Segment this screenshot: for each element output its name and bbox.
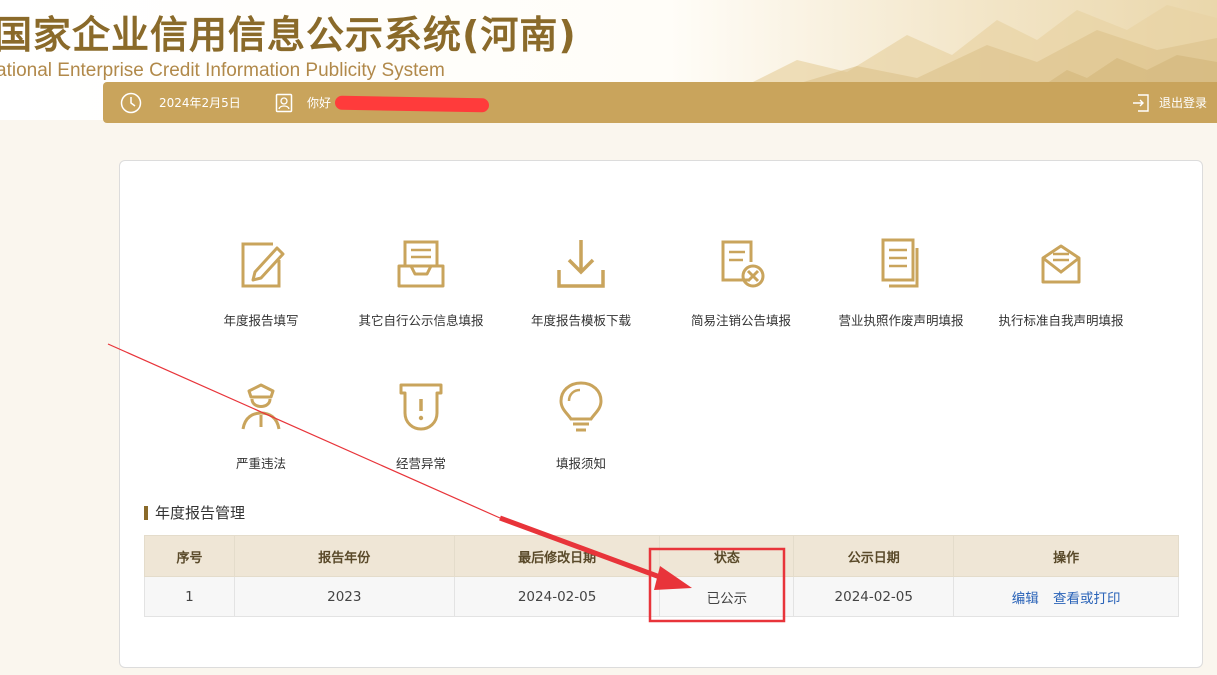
cell-actions: 编辑 查看或打印 bbox=[953, 576, 1179, 617]
mountain-landscape-image bbox=[737, 5, 1217, 90]
envelope-icon bbox=[1041, 244, 1081, 284]
tile-label: 执行标准自我声明填报 bbox=[998, 313, 1124, 328]
cell-index: 1 bbox=[144, 576, 235, 617]
site-header: 国家企业信用信息公示系统(河南) ational Enterprise Cred… bbox=[0, 0, 1217, 123]
tile-label: 填报须知 bbox=[555, 456, 606, 471]
user-card-icon bbox=[275, 93, 293, 112]
tile-license-void[interactable]: 营业执照作废声明填报 bbox=[826, 236, 976, 329]
site-subtitle: ational Enterprise Credit Information Pu… bbox=[0, 60, 445, 81]
column-header-index: 序号 bbox=[144, 535, 235, 577]
logout-button[interactable]: 退出登录 bbox=[1132, 82, 1207, 123]
tile-simple-deregistration[interactable]: 简易注销公告填报 bbox=[666, 236, 816, 329]
section-title: 年度报告管理 bbox=[144, 502, 245, 523]
user-greeting: 你好 bbox=[275, 82, 331, 123]
cell-year: 2023 bbox=[233, 576, 455, 617]
date-display: 2024年2月5日 bbox=[120, 82, 241, 123]
current-date: 2024年2月5日 bbox=[159, 96, 241, 110]
lightbulb-icon bbox=[559, 381, 603, 432]
column-header-actions: 操作 bbox=[953, 535, 1179, 577]
tile-filing-notice[interactable]: 填报须知 bbox=[506, 379, 656, 472]
cell-modified: 2024-02-05 bbox=[453, 576, 661, 617]
logout-label: 退出登录 bbox=[1158, 96, 1207, 110]
logout-icon bbox=[1132, 93, 1149, 112]
cell-publish-date: 2024-02-05 bbox=[793, 576, 955, 617]
tile-label: 简易注销公告填报 bbox=[690, 313, 791, 328]
greeting-text: 你好 bbox=[307, 96, 332, 110]
section-marker bbox=[144, 505, 148, 520]
tile-label: 其它自行公示信息填报 bbox=[358, 313, 484, 328]
warning-shield-icon bbox=[399, 383, 443, 431]
tile-annual-report-fill[interactable]: 年度报告填写 bbox=[186, 236, 336, 329]
tile-standard-declaration[interactable]: 执行标准自我声明填报 bbox=[986, 236, 1136, 329]
tile-label: 年度报告模板下载 bbox=[530, 313, 631, 328]
document-list-icon bbox=[881, 238, 919, 288]
cancel-document-icon bbox=[721, 240, 765, 288]
section-title-text: 年度报告管理 bbox=[155, 504, 246, 522]
annual-report-table: 序号 报告年份 最后修改日期 状态 公示日期 操作 1 2023 2024-02… bbox=[144, 535, 1179, 617]
tile-template-download[interactable]: 年度报告模板下载 bbox=[506, 236, 656, 329]
cell-status: 已公示 bbox=[659, 576, 795, 617]
tile-business-abnormal[interactable]: 经营异常 bbox=[346, 379, 496, 472]
column-header-modified: 最后修改日期 bbox=[453, 535, 661, 577]
inbox-tray-icon bbox=[397, 240, 445, 288]
site-title: 国家企业信用信息公示系统(河南) bbox=[0, 13, 577, 57]
tile-other-disclosure[interactable]: 其它自行公示信息填报 bbox=[346, 236, 496, 329]
table-header-row: 序号 报告年份 最后修改日期 状态 公示日期 操作 bbox=[144, 535, 1179, 577]
redaction-mark bbox=[334, 95, 490, 113]
edit-report-icon bbox=[241, 242, 285, 288]
tile-label: 严重违法 bbox=[235, 456, 286, 471]
police-officer-icon bbox=[241, 383, 281, 430]
clock-icon bbox=[120, 92, 142, 113]
main-card: 年度报告填写 其它自行公示信息填报 年度报告模板下载 简易注销公告填报 营业执照… bbox=[119, 160, 1203, 668]
tile-serious-violation[interactable]: 严重违法 bbox=[186, 379, 336, 472]
column-header-status: 状态 bbox=[659, 535, 795, 577]
top-bar: 2024年2月5日 你好 退出登录 bbox=[103, 82, 1217, 123]
view-print-link[interactable]: 查看或打印 bbox=[1053, 591, 1121, 607]
tile-label: 营业执照作废声明填报 bbox=[838, 313, 964, 328]
edit-link[interactable]: 编辑 bbox=[1012, 591, 1039, 607]
table-row: 1 2023 2024-02-05 已公示 2024-02-05 编辑 查看或打… bbox=[144, 576, 1179, 617]
download-icon bbox=[557, 240, 605, 288]
column-header-publish-date: 公示日期 bbox=[793, 535, 955, 577]
tile-label: 年度报告填写 bbox=[223, 313, 299, 328]
column-header-year: 报告年份 bbox=[233, 535, 455, 577]
tile-label: 经营异常 bbox=[395, 456, 446, 471]
